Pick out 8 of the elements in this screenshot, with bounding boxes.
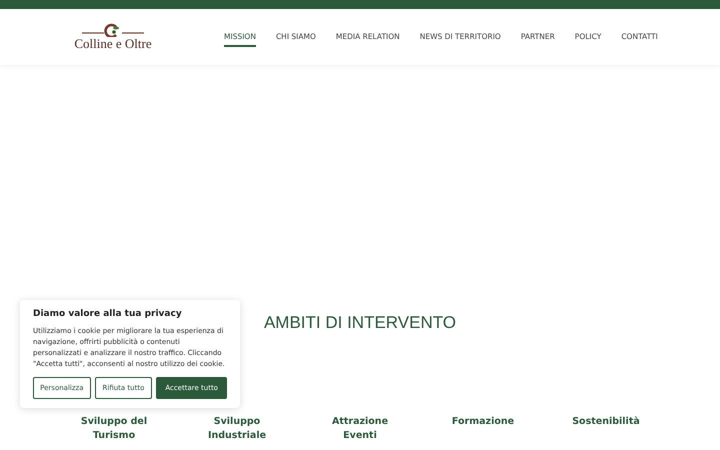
banner-title: Diamo valore alla tua privacy bbox=[33, 309, 183, 319]
area-title: Attrazione Eventi bbox=[330, 415, 390, 443]
area-title: Sviluppo Industriale bbox=[206, 415, 268, 443]
area-title: Sostenibilità bbox=[571, 415, 641, 429]
area-title: Sviluppo del Turismo bbox=[80, 415, 148, 443]
area-title: Formazione bbox=[450, 415, 516, 429]
logo-text[interactable]: Colline e Oltre bbox=[74, 37, 152, 51]
section-title: AMBITI DI INTERVENTO bbox=[264, 313, 456, 333]
